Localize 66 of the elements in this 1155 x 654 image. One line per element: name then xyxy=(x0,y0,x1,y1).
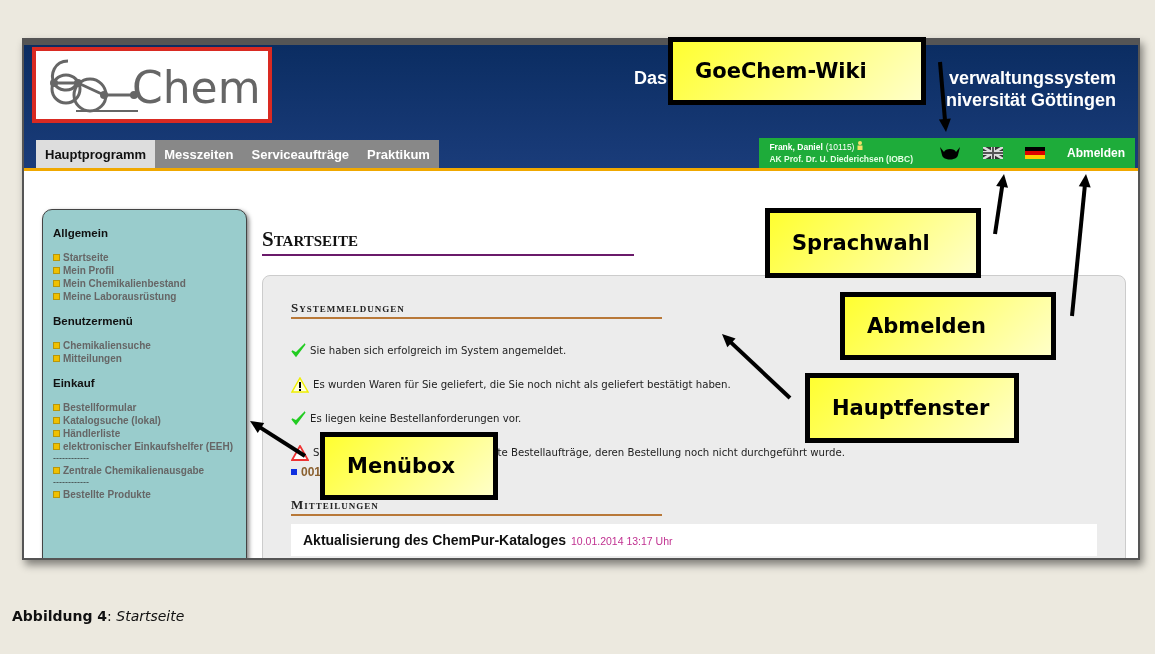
message-text: S xyxy=(313,446,320,459)
menu-link[interactable]: Mitteilungen xyxy=(63,352,122,365)
menu-link[interactable]: Mein Chemikalienbestand xyxy=(63,277,186,290)
site-title: verwaltungssystem xyxy=(948,67,1116,89)
callout-label: Menübox xyxy=(320,432,498,500)
bullet-icon xyxy=(53,417,60,424)
menu-link[interactable]: Händlerliste xyxy=(63,427,121,440)
warning-icon xyxy=(291,376,309,393)
message-text: Es wurden Waren für Sie geliefert, die Sie noch nicht als geliefert bestätigt haben. xyxy=(313,378,731,391)
menu-link[interactable]: elektronischer Einkaufshelfer (EEH) xyxy=(63,440,234,453)
bullet-icon xyxy=(53,491,60,498)
bullet-icon xyxy=(53,293,60,300)
menu-link[interactable]: Zentrale Chemikalienausgabe xyxy=(63,464,205,477)
bullet-icon xyxy=(53,280,60,287)
bullet-icon xyxy=(53,404,60,411)
person-icon xyxy=(857,140,864,150)
site-title: niversität Göttingen xyxy=(946,89,1116,111)
callout-label: Sprachwahl xyxy=(765,208,981,278)
section-heading: Systemmeldungen xyxy=(291,300,662,319)
menu-link[interactable]: Mein Profil xyxy=(63,264,115,277)
user-group: AK Prof. Dr. U. Diederichsen (IOBC) xyxy=(769,153,913,165)
page-title: Startseite xyxy=(262,209,634,256)
site-title: Das xyxy=(633,67,667,89)
user-id: (10115) xyxy=(825,141,855,153)
helmet-icon[interactable] xyxy=(939,145,961,161)
logo-text: Chem xyxy=(132,66,261,110)
menu-link[interactable]: Meine Laborausrüstung xyxy=(63,290,177,303)
menu-heading: Benutzermenü xyxy=(53,315,134,327)
menu-separator: ------------ xyxy=(53,453,90,464)
arrow xyxy=(993,174,1008,235)
callout-label: Abmelden xyxy=(840,292,1056,360)
logo[interactable]: Chem xyxy=(32,47,272,123)
bullet-icon xyxy=(53,467,60,474)
figure-caption: Abbildung 4: Startseite xyxy=(12,608,185,624)
menu-link[interactable]: Katalogsuche (lokal) xyxy=(63,414,161,427)
menu-heading: Einkauf xyxy=(53,377,96,389)
menu-link[interactable]: Bestellte Produkte xyxy=(63,488,151,501)
menu-link[interactable]: Startseite xyxy=(63,251,109,264)
bullet-icon xyxy=(53,355,60,362)
bullet-icon xyxy=(53,254,60,261)
bullet-icon xyxy=(53,443,60,450)
bullet-icon xyxy=(53,430,60,437)
check-icon xyxy=(291,411,306,426)
bullet-icon xyxy=(53,342,60,349)
menu-separator: ------------ xyxy=(53,477,90,488)
menu-link[interactable]: Bestellformular xyxy=(63,401,137,414)
uk-flag-icon[interactable] xyxy=(983,147,1003,159)
check-icon xyxy=(291,343,306,358)
german-flag-icon[interactable] xyxy=(1025,147,1045,159)
message-text: Es liegen keine Bestellanforderungen vor. xyxy=(310,412,522,425)
notice-date: 10.01.2014 13:17 Uhr xyxy=(570,535,673,547)
order-number[interactable]: 001 xyxy=(301,465,322,479)
nav-tab[interactable]: Hauptprogramm xyxy=(36,140,156,168)
callout-label: GoeChem-Wiki xyxy=(668,37,926,105)
callout-label: Hauptfenster xyxy=(805,373,1019,443)
logout-link[interactable]: Abmelden xyxy=(1067,146,1125,160)
bullet-icon xyxy=(291,469,297,475)
bullet-icon xyxy=(53,267,60,274)
menu-heading: Allgemein xyxy=(53,227,109,239)
user-name: Frank, Daniel xyxy=(769,141,823,153)
message-text: te Bestellaufträge, deren Bestellung noch nicht durchgeführt wurde. xyxy=(497,446,845,459)
warning-icon xyxy=(291,444,309,461)
menu-link[interactable]: Chemikaliensuche xyxy=(63,339,151,352)
message-text: Sie haben sich erfolgreich im System angemeldet. xyxy=(310,344,567,357)
arrow xyxy=(250,421,307,458)
notice-title: Aktualisierung des ChemPur-Kataloges xyxy=(303,532,566,548)
